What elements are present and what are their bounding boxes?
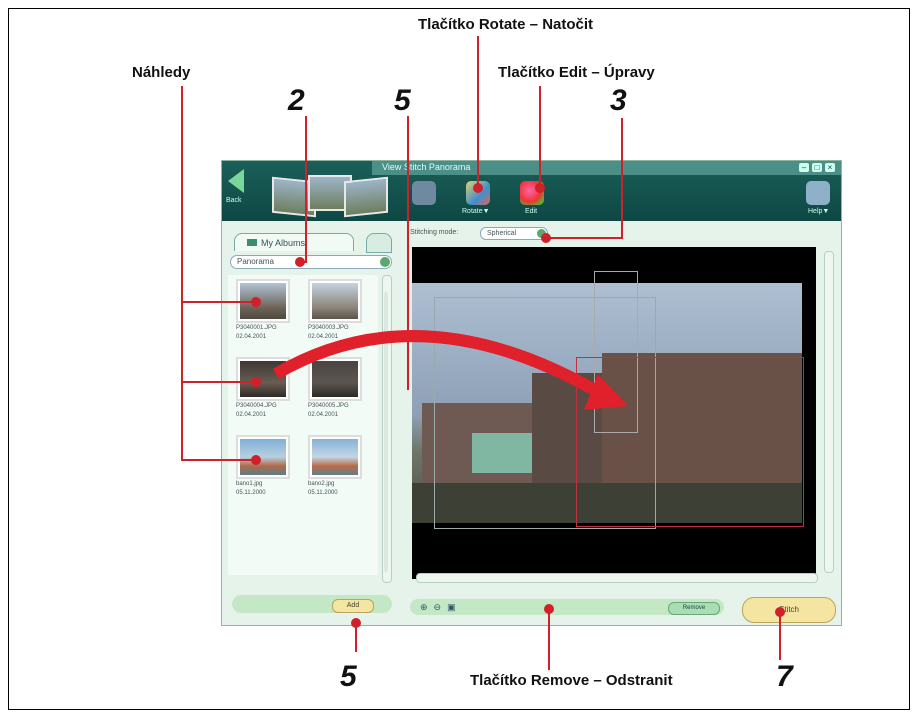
thumbnail-item[interactable]: bano1.jpg 05.11.2000 bbox=[236, 435, 300, 497]
album-dropdown-value: Panorama bbox=[237, 257, 274, 266]
add-button[interactable]: Add bbox=[332, 599, 374, 613]
back-arrow-icon bbox=[228, 169, 244, 193]
thumbnail-date: 02.04.2001 bbox=[236, 334, 267, 340]
thumbnail-item[interactable]: P3040001.JPG 02.04.2001 bbox=[236, 279, 300, 341]
thumbnail-filename: bano2.jpg bbox=[308, 481, 335, 487]
step-number-5-top: 5 bbox=[394, 84, 411, 117]
callout-nahledy: Náhledy bbox=[132, 64, 191, 81]
overlay-frame-selected bbox=[576, 357, 804, 527]
thumbnail-filename: P3040005.JPG bbox=[308, 403, 349, 409]
remove-button[interactable]: Remove bbox=[668, 602, 720, 615]
album-dropdown[interactable]: Panorama bbox=[230, 255, 392, 269]
thumbnail-date: 02.04.2001 bbox=[236, 412, 267, 418]
zoom-in-icon[interactable]: ⊕ bbox=[420, 602, 434, 612]
preview-vertical-scrollbar[interactable] bbox=[824, 251, 834, 573]
tab-my-albums-label: My Albums bbox=[261, 237, 306, 248]
stitching-mode-value: Spherical bbox=[487, 230, 517, 237]
thumbnail-date: 05.11.2000 bbox=[236, 490, 266, 496]
fit-icon[interactable]: ▣ bbox=[447, 602, 462, 612]
thumbnail-filename: bano1.jpg bbox=[236, 481, 263, 487]
rotate-label: Rotate▼ bbox=[462, 208, 490, 215]
zoom-out-icon[interactable]: ⊖ bbox=[434, 602, 448, 612]
stitch-preview[interactable] bbox=[412, 247, 816, 579]
preview-horizontal-scrollbar[interactable] bbox=[416, 573, 818, 583]
title-bar: View Stitch Panorama – □ × Back Rotate▼ … bbox=[222, 161, 841, 221]
chevron-down-icon bbox=[537, 229, 546, 238]
thumbnail-item[interactable]: P3040005.JPG 02.04.2001 bbox=[308, 357, 372, 419]
thumbnail-filename: P3040004.JPG bbox=[236, 403, 277, 409]
callout-rotate: Tlačítko Rotate – Natočit bbox=[418, 16, 594, 33]
stitching-mode-label: Stitching mode: bbox=[410, 229, 459, 236]
help-icon[interactable] bbox=[806, 181, 830, 205]
minimize-icon[interactable]: – bbox=[799, 163, 809, 172]
app-window: View Stitch Panorama – □ × Back Rotate▼ … bbox=[221, 160, 842, 626]
thumbnail-item[interactable]: bano2.jpg 05.11.2000 bbox=[308, 435, 372, 497]
thumbnail-filename: P3040001.JPG bbox=[236, 325, 277, 331]
thumbnail-filename: P3040003.JPG bbox=[308, 325, 349, 331]
edit-label: Edit bbox=[525, 208, 538, 215]
back-label: Back bbox=[226, 197, 242, 204]
panorama-preview-icon bbox=[272, 175, 390, 218]
stitching-mode-select[interactable]: Spherical bbox=[480, 227, 548, 240]
callout-remove: Tlačítko Remove – Odstranit bbox=[470, 672, 673, 689]
album-panel: My Albums Panorama P3040001.JPG 02.04.20… bbox=[226, 227, 396, 623]
window-title: View Stitch Panorama bbox=[382, 162, 471, 172]
step-number-2: 2 bbox=[288, 84, 305, 117]
stitch-toolbar-icon[interactable] bbox=[412, 181, 436, 205]
callout-edit: Tlačítko Edit – Úpravy bbox=[498, 64, 655, 81]
close-icon[interactable]: × bbox=[825, 163, 835, 172]
thumbnail-scrollbar[interactable] bbox=[382, 275, 392, 583]
thumbnail-item[interactable]: P3040003.JPG 02.04.2001 bbox=[308, 279, 372, 341]
album-icon bbox=[247, 239, 257, 246]
step-number-3: 3 bbox=[610, 84, 627, 117]
tab-my-albums[interactable]: My Albums bbox=[234, 233, 354, 251]
thumbnail-date: 02.04.2001 bbox=[308, 412, 339, 418]
step-number-5-bottom: 5 bbox=[340, 660, 357, 693]
help-label: Help▼ bbox=[808, 208, 830, 215]
stitch-button[interactable]: Stitch bbox=[742, 597, 836, 623]
zoom-controls: ⊕⊖▣ bbox=[420, 602, 462, 613]
rotate-icon[interactable] bbox=[466, 181, 490, 205]
thumbnail-date: 05.11.2000 bbox=[308, 490, 338, 496]
edit-icon[interactable] bbox=[520, 181, 544, 205]
thumbnail-grid: P3040001.JPG 02.04.2001 P3040003.JPG 02.… bbox=[228, 275, 378, 575]
window-controls: – □ × bbox=[799, 163, 835, 172]
maximize-icon[interactable]: □ bbox=[812, 163, 822, 172]
chevron-down-icon bbox=[380, 257, 390, 267]
thumbnail-date: 02.04.2001 bbox=[308, 334, 339, 340]
thumbnail-item[interactable]: P3040004.JPG 02.04.2001 bbox=[236, 357, 300, 419]
step-number-7: 7 bbox=[776, 660, 793, 693]
tab-folders[interactable] bbox=[366, 233, 392, 253]
